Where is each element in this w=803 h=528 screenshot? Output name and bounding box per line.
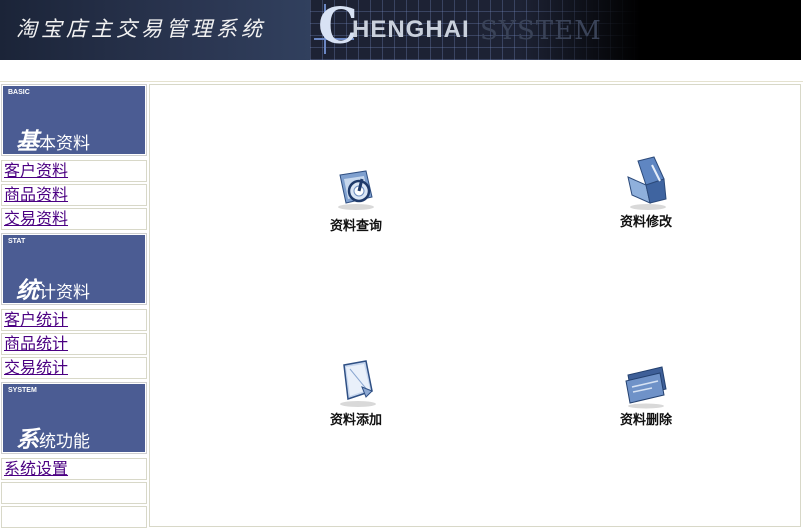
sidebar-item-customer-stats[interactable]: 客户统计 xyxy=(1,309,147,331)
folded-document-edit-icon xyxy=(627,156,667,210)
section-header-stat: STAT 统计资料 xyxy=(1,233,147,305)
sidebar-item-system-settings[interactable]: 系统设置 xyxy=(1,458,147,480)
sidebar-item-trade-info[interactable]: 交易资料 xyxy=(1,208,147,230)
product-info-link[interactable]: 商品资料 xyxy=(4,185,68,205)
modify-data-button[interactable]: 资料修改 xyxy=(586,155,706,235)
section-cn-label: 统计资料 xyxy=(16,271,90,305)
section-cn-initial: 系 xyxy=(16,426,39,453)
section-cn-label: 系统功能 xyxy=(16,420,90,454)
section-header-system-panel: SYSTEM 系统功能 xyxy=(3,384,145,454)
product-stats-link[interactable]: 商品统计 xyxy=(4,334,68,354)
add-data-button[interactable]: 资料添加 xyxy=(296,357,416,437)
sidebar-item-product-info[interactable]: 商品资料 xyxy=(1,184,147,206)
section-en-label: STAT xyxy=(8,238,26,245)
section-cn-label: 基本资料 xyxy=(16,122,90,156)
section-cn-rest: 本资料 xyxy=(39,134,90,154)
customer-info-link[interactable]: 客户资料 xyxy=(4,161,68,181)
section-en-label: SYSTEM xyxy=(8,387,37,394)
query-data-button[interactable]: 资料查询 xyxy=(296,167,416,247)
logo-word-system: SYSTEM xyxy=(480,16,602,46)
section-cn-initial: 基 xyxy=(16,128,39,155)
delete-data-button[interactable]: 资料删除 xyxy=(586,361,706,441)
trade-info-link[interactable]: 交易资料 xyxy=(4,209,68,229)
section-header-stat-panel: STAT 统计资料 xyxy=(3,235,145,305)
sidebar-item-customer-info[interactable]: 客户资料 xyxy=(1,160,147,182)
section-header-basic: BASIC 基本资料 xyxy=(1,84,147,156)
sidebar-item-product-stats[interactable]: 商品统计 xyxy=(1,333,147,355)
logo-word-henghai: HENGHAI xyxy=(352,16,470,43)
banner-title-panel: 淘宝店主交易管理系统 xyxy=(0,0,312,60)
sidebar-item-trade-stats[interactable]: 交易统计 xyxy=(1,357,147,379)
sidebar: BASIC 基本资料 客户资料 商品资料 交易资料 STAT 统计资料 客户统计… xyxy=(0,84,149,528)
customer-stats-link[interactable]: 客户统计 xyxy=(4,310,68,330)
main-content: 资料查询 资料修改 资料添加 资料删除 xyxy=(149,84,801,527)
section-en-label: BASIC xyxy=(8,89,30,96)
trade-stats-link[interactable]: 交易统计 xyxy=(4,358,68,378)
section-header-system: SYSTEM 系统功能 xyxy=(1,382,147,454)
query-data-label: 资料查询 xyxy=(329,219,382,234)
header-banner: 淘宝店主交易管理系统 C HENGHAI SYSTEM xyxy=(0,0,801,60)
sidebar-empty-row xyxy=(1,482,147,504)
header-separator xyxy=(0,81,803,82)
section-header-basic-panel: BASIC 基本资料 xyxy=(3,86,145,156)
stacked-cards-delete-icon xyxy=(625,366,667,409)
app-title: 淘宝店主交易管理系统 xyxy=(16,17,266,41)
add-data-label: 资料添加 xyxy=(329,413,382,428)
modify-data-label: 资料修改 xyxy=(619,215,672,230)
delete-data-label: 资料删除 xyxy=(619,413,672,428)
section-cn-rest: 统功能 xyxy=(39,432,90,452)
section-cn-initial: 统 xyxy=(16,277,39,304)
section-cn-rest: 计资料 xyxy=(39,283,90,303)
sidebar-empty-row xyxy=(1,506,147,528)
system-settings-link[interactable]: 系统设置 xyxy=(4,459,68,479)
document-add-icon xyxy=(340,360,376,407)
magnifier-document-icon xyxy=(338,170,374,210)
